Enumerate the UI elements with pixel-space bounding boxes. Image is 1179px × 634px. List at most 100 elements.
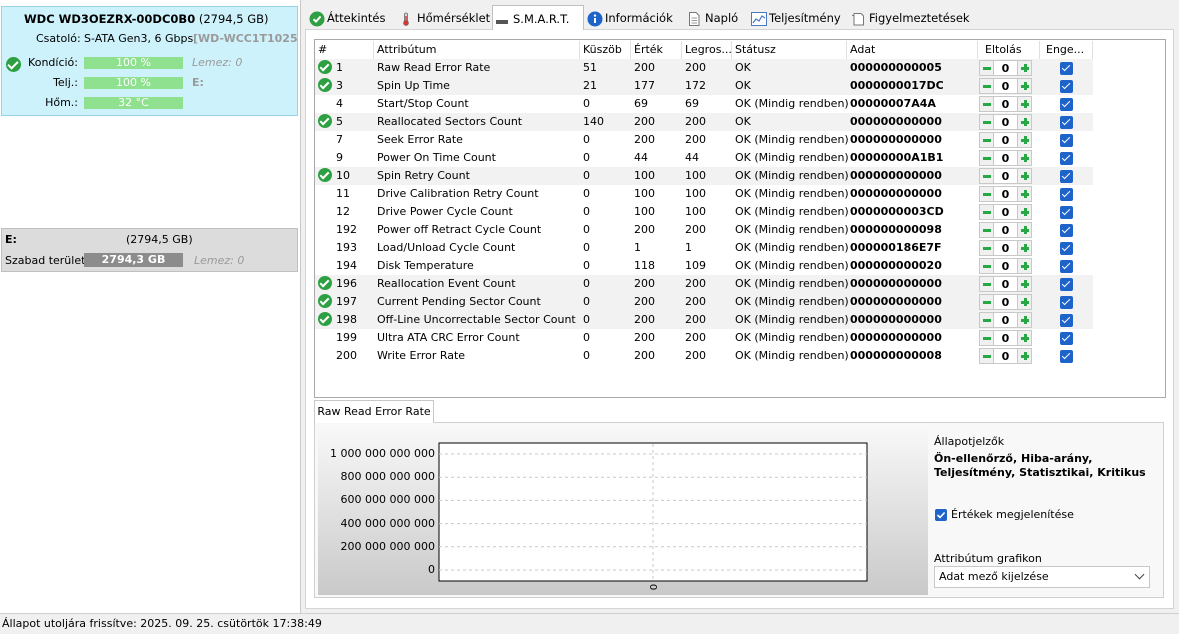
enabled-checkbox[interactable]: [1060, 152, 1073, 165]
plus-icon[interactable]: [1017, 276, 1032, 292]
offset-value[interactable]: 0: [994, 222, 1017, 238]
offset-stepper[interactable]: 0: [979, 312, 1032, 328]
offset-value[interactable]: 0: [994, 114, 1017, 130]
plus-icon[interactable]: [1017, 186, 1032, 202]
offset-stepper[interactable]: 0: [979, 204, 1032, 220]
minus-icon[interactable]: [979, 312, 994, 328]
table-row[interactable]: 197 Current Pending Sector Count 0 200 200 OK…: [315, 293, 1093, 311]
minus-icon[interactable]: [979, 96, 994, 112]
plus-icon[interactable]: [1017, 330, 1032, 346]
table-row[interactable]: 198 Off-Line Uncorrectable Sector Count 0 2…: [315, 311, 1093, 329]
offset-stepper[interactable]: 0: [979, 330, 1032, 346]
minus-icon[interactable]: [979, 186, 994, 202]
smart-attribute-table[interactable]: # Attribútum Küszöb Érték Legros... Stát…: [314, 39, 1166, 398]
plus-icon[interactable]: [1017, 312, 1032, 328]
offset-stepper[interactable]: 0: [979, 78, 1032, 94]
header-attribute[interactable]: Attribútum: [377, 43, 437, 56]
minus-icon[interactable]: [979, 132, 994, 148]
plus-icon[interactable]: [1017, 204, 1032, 220]
enabled-checkbox[interactable]: [1060, 332, 1073, 345]
table-row[interactable]: 193 Load/Unload Cycle Count 0 1 1 OK (Mindig …: [315, 239, 1093, 257]
header-status[interactable]: Státusz: [735, 43, 776, 56]
offset-stepper[interactable]: 0: [979, 60, 1032, 76]
enabled-checkbox[interactable]: [1060, 242, 1073, 255]
minus-icon[interactable]: [979, 168, 994, 184]
minus-icon[interactable]: [979, 276, 994, 292]
offset-stepper[interactable]: 0: [979, 132, 1032, 148]
table-row[interactable]: 7 Seek Error Rate 0 200 200 OK (Mindig rendbe…: [315, 131, 1093, 149]
minus-icon[interactable]: [979, 348, 994, 364]
minus-icon[interactable]: [979, 150, 994, 166]
minus-icon[interactable]: [979, 294, 994, 310]
plus-icon[interactable]: [1017, 168, 1032, 184]
enabled-checkbox[interactable]: [1060, 62, 1073, 75]
offset-value[interactable]: 0: [994, 330, 1017, 346]
minus-icon[interactable]: [979, 78, 994, 94]
minus-icon[interactable]: [979, 258, 994, 274]
offset-stepper[interactable]: 0: [979, 240, 1032, 256]
offset-stepper[interactable]: 0: [979, 348, 1032, 364]
plus-icon[interactable]: [1017, 132, 1032, 148]
offset-stepper[interactable]: 0: [979, 276, 1032, 292]
minus-icon[interactable]: [979, 222, 994, 238]
table-row[interactable]: 5 Reallocated Sectors Count 140 200 200 OK 000…: [315, 113, 1093, 131]
table-row[interactable]: 196 Reallocation Event Count 0 200 200 OK (Mi…: [315, 275, 1093, 293]
header-worst[interactable]: Legros...: [685, 43, 732, 56]
table-row[interactable]: 1 Raw Read Error Rate 51 200 200 OK 0000000000…: [315, 59, 1093, 77]
enabled-checkbox[interactable]: [1060, 134, 1073, 147]
header-enabled[interactable]: Enge...: [1046, 43, 1084, 56]
enabled-checkbox[interactable]: [1060, 80, 1073, 93]
offset-value[interactable]: 0: [994, 204, 1017, 220]
plus-icon[interactable]: [1017, 348, 1032, 364]
enabled-checkbox[interactable]: [1060, 350, 1073, 363]
plus-icon[interactable]: [1017, 240, 1032, 256]
offset-stepper[interactable]: 0: [979, 186, 1032, 202]
table-row[interactable]: 3 Spin Up Time 21 177 172 OK 0000000017DC 0: [315, 77, 1093, 95]
minus-icon[interactable]: [979, 204, 994, 220]
table-row[interactable]: 200 Write Error Rate 0 200 200 OK (Mindig ren…: [315, 347, 1093, 365]
header-id[interactable]: #: [318, 43, 327, 56]
volume-card[interactable]: E: (2794,5 GB) Szabad terület 2794,3 GB …: [1, 228, 298, 272]
offset-value[interactable]: 0: [994, 60, 1017, 76]
enabled-checkbox[interactable]: [1060, 314, 1073, 327]
tab-temperature[interactable]: Hőmérséklet: [397, 7, 494, 29]
offset-value[interactable]: 0: [994, 258, 1017, 274]
enabled-checkbox[interactable]: [1060, 260, 1073, 273]
offset-value[interactable]: 0: [994, 312, 1017, 328]
offset-value[interactable]: 0: [994, 96, 1017, 112]
enabled-checkbox[interactable]: [1060, 296, 1073, 309]
table-row[interactable]: 10 Spin Retry Count 0 100 100 OK (Mindig rend…: [315, 167, 1093, 185]
minus-icon[interactable]: [979, 60, 994, 76]
disk-card[interactable]: WDC WD3OEZRX-00DC0B0 (2794,5 GB) Csatoló…: [1, 6, 298, 116]
enabled-checkbox[interactable]: [1060, 170, 1073, 183]
enabled-checkbox[interactable]: [1060, 98, 1073, 111]
tab-smart[interactable]: S.M.A.R.T.: [492, 5, 584, 30]
table-row[interactable]: 9 Power On Time Count 0 44 44 OK (Mindig rend…: [315, 149, 1093, 167]
plus-icon[interactable]: [1017, 258, 1032, 274]
plus-icon[interactable]: [1017, 114, 1032, 130]
show-values-label[interactable]: Értékek megjelenítése: [951, 508, 1074, 521]
enabled-checkbox[interactable]: [1060, 224, 1073, 237]
show-values-checkbox[interactable]: [935, 509, 947, 521]
minus-icon[interactable]: [979, 240, 994, 256]
offset-value[interactable]: 0: [994, 294, 1017, 310]
minus-icon[interactable]: [979, 114, 994, 130]
tab-information[interactable]: Információk: [585, 7, 683, 29]
enabled-checkbox[interactable]: [1060, 188, 1073, 201]
enabled-checkbox[interactable]: [1060, 278, 1073, 291]
header-data[interactable]: Adat: [850, 43, 875, 56]
enabled-checkbox[interactable]: [1060, 206, 1073, 219]
offset-stepper[interactable]: 0: [979, 96, 1032, 112]
minus-icon[interactable]: [979, 330, 994, 346]
header-threshold[interactable]: Küszöb: [583, 43, 622, 56]
tab-log[interactable]: Napló: [685, 7, 747, 29]
offset-stepper[interactable]: 0: [979, 168, 1032, 184]
attribute-graph-select[interactable]: Adat mező kijelzése: [934, 566, 1150, 588]
plus-icon[interactable]: [1017, 150, 1032, 166]
enabled-checkbox[interactable]: [1060, 116, 1073, 129]
plus-icon[interactable]: [1017, 78, 1032, 94]
table-row[interactable]: 11 Drive Calibration Retry Count 0 100 100 OK…: [315, 185, 1093, 203]
plus-icon[interactable]: [1017, 222, 1032, 238]
offset-value[interactable]: 0: [994, 132, 1017, 148]
tab-alerts[interactable]: Figyelmeztetések: [849, 7, 971, 29]
